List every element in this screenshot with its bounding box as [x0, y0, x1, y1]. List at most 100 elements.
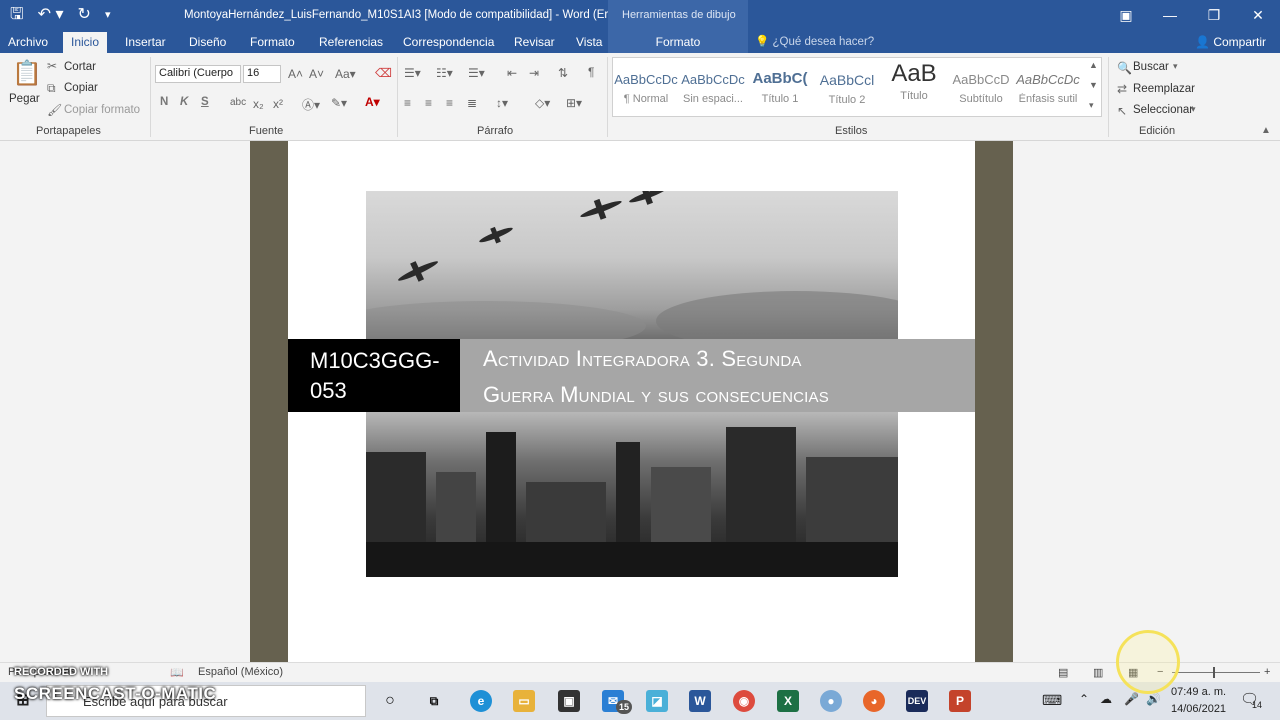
task-view-icon[interactable]: ⧉ [423, 690, 445, 712]
save-icon[interactable]: 🖫 [10, 5, 24, 25]
screencast-recorder-icon[interactable]: ● [820, 690, 842, 712]
chrome-icon[interactable]: ◉ [733, 690, 755, 712]
select-button[interactable]: Seleccionar [1133, 104, 1193, 116]
highlight-icon[interactable]: ✎▾ [331, 96, 347, 110]
firefox-icon[interactable]: ◕ [863, 690, 885, 712]
ribbon-display-options-icon[interactable]: ▣ [1104, 0, 1148, 32]
restore-button[interactable]: ❐ [1192, 0, 1236, 32]
style-normal[interactable]: AaBbCcDc ¶ Normal [613, 58, 679, 116]
document-code-box[interactable]: M10C3GGG-053 [288, 339, 460, 412]
excel-icon[interactable]: X [777, 690, 799, 712]
decrease-indent-icon[interactable]: ⇤ [507, 66, 517, 80]
microphone-icon[interactable]: 🎤 [1124, 692, 1139, 706]
styles-more-icon[interactable]: ▾ [1089, 100, 1094, 111]
justify-icon[interactable]: ≣ [467, 96, 477, 110]
bullets-icon[interactable]: ☰▾ [404, 66, 421, 80]
style-titulo[interactable]: AaB Título [881, 58, 947, 116]
borders-icon[interactable]: ⊞▾ [566, 96, 582, 110]
zoom-in-icon[interactable]: + [1264, 666, 1270, 678]
shrink-font-icon[interactable]: A˅ [309, 67, 324, 81]
strikethrough-icon[interactable]: abc [230, 97, 246, 108]
font-color-icon[interactable]: A▾ [365, 95, 380, 109]
proofing-icon[interactable]: 📖 [170, 666, 184, 679]
customize-qat-icon[interactable]: ▾ [105, 5, 111, 25]
superscript-icon[interactable]: x² [273, 97, 283, 111]
document-title-box[interactable]: Actividad Integradora 3. Segunda Guerra … [460, 339, 975, 412]
collapse-ribbon-icon[interactable]: ▲ [1261, 125, 1271, 136]
cover-photo-ruins[interactable] [366, 412, 898, 577]
print-layout-icon[interactable]: ▥ [1093, 666, 1103, 679]
language-indicator[interactable]: Español (México) [198, 666, 283, 678]
style-enfasis-sutil[interactable]: AaBbCcDc Énfasis sutil [1015, 58, 1081, 116]
format-painter-button[interactable]: Copiar formato [64, 104, 140, 116]
line-spacing-icon[interactable]: ↕▾ [496, 96, 508, 110]
style-titulo-2[interactable]: AaBbCcl Título 2 [814, 58, 880, 116]
styles-scroll-up-icon[interactable]: ▲ [1089, 60, 1098, 70]
style-titulo-1[interactable]: AaBbC( Título 1 [747, 58, 813, 116]
grow-font-icon[interactable]: A˄ [288, 67, 303, 81]
font-family-select[interactable]: Calibri (Cuerpo [155, 65, 241, 83]
close-button[interactable]: ✕ [1236, 0, 1280, 32]
share-button[interactable]: 👤 Compartir [1195, 32, 1266, 52]
styles-scroll-down-icon[interactable]: ▼ [1089, 80, 1098, 90]
keyboard-tray-icon[interactable]: ⌨ [1042, 692, 1062, 709]
undo-icon[interactable]: ↶ ▾ [38, 5, 64, 25]
change-case-icon[interactable]: Aa▾ [335, 67, 356, 81]
underline-button[interactable]: S [201, 96, 209, 108]
style-sin-espaciado[interactable]: AaBbCcDc Sin espaci... [680, 58, 746, 116]
photos-icon[interactable]: ◪ [646, 690, 668, 712]
italic-button[interactable]: K [180, 96, 188, 108]
cortana-icon[interactable]: ○ [379, 690, 401, 712]
cover-photo-sky[interactable] [366, 191, 898, 339]
show-hidden-icons-icon[interactable]: ⌃ [1079, 692, 1089, 706]
copy-button[interactable]: Copiar [64, 82, 98, 94]
edge-icon[interactable]: e [470, 690, 492, 712]
tab-correspondencia[interactable]: Correspondencia [395, 32, 502, 53]
tab-vista[interactable]: Vista [568, 32, 610, 53]
replace-button[interactable]: Reemplazar [1133, 83, 1195, 95]
clear-formatting-icon[interactable]: ⌫ [375, 66, 392, 80]
dev-app-icon[interactable]: DEV [906, 690, 928, 712]
numbering-icon[interactable]: ☷▾ [436, 66, 453, 80]
style-subtitulo[interactable]: AaBbCcD Subtítulo [948, 58, 1014, 116]
bold-button[interactable]: N [160, 96, 168, 108]
tab-referencias[interactable]: Referencias [311, 32, 391, 53]
shading-icon[interactable]: ◇▾ [535, 96, 550, 110]
tab-archivo[interactable]: Archivo [0, 32, 56, 53]
tab-diseno[interactable]: Diseño [181, 32, 234, 53]
tab-inicio[interactable]: Inicio [63, 32, 108, 53]
onedrive-icon[interactable]: ☁ [1100, 692, 1112, 706]
text-effects-icon[interactable]: Ⓐ▾ [302, 96, 320, 113]
multilevel-list-icon[interactable]: ☰▾ [468, 66, 485, 80]
powerpoint-icon[interactable]: P [949, 690, 971, 712]
volume-icon[interactable]: 🔊 [1146, 692, 1161, 706]
align-left-icon[interactable]: ≡ [404, 96, 411, 110]
clock-date[interactable]: 14/06/2021 [1171, 703, 1226, 715]
word-taskbar-icon[interactable]: W [689, 690, 711, 712]
paste-icon[interactable]: 📋 [12, 59, 42, 88]
font-size-select[interactable]: 16 [243, 65, 281, 83]
file-explorer-icon[interactable]: ▭ [513, 690, 535, 712]
zoom-slider[interactable] [1172, 672, 1260, 673]
read-mode-icon[interactable]: ▤ [1058, 666, 1068, 679]
tab-formato-contextual[interactable]: Formato [608, 32, 748, 53]
increase-indent-icon[interactable]: ⇥ [529, 66, 539, 80]
minimize-button[interactable]: — [1148, 0, 1192, 32]
tell-me-box[interactable]: 💡 ¿Qué desea hacer? [755, 32, 874, 52]
redo-icon[interactable]: ↻ [78, 5, 91, 25]
chevron-down-icon[interactable]: ▾ [1173, 61, 1178, 72]
chevron-down-icon[interactable]: ▾ [1191, 104, 1196, 115]
paste-button[interactable]: Pegar [9, 93, 40, 105]
find-button[interactable]: Buscar [1133, 61, 1169, 73]
tab-formato[interactable]: Formato [242, 32, 303, 53]
zoom-slider-thumb[interactable] [1213, 667, 1215, 678]
align-center-icon[interactable]: ≡ [425, 96, 432, 110]
cut-button[interactable]: Cortar [64, 61, 96, 73]
vertical-scrollbar[interactable] [1266, 141, 1280, 662]
tab-revisar[interactable]: Revisar [506, 32, 563, 53]
align-right-icon[interactable]: ≡ [446, 96, 453, 110]
clock-time[interactable]: 07:49 a. m. [1171, 686, 1226, 698]
subscript-icon[interactable]: x₂ [253, 97, 264, 111]
sort-icon[interactable]: ⇅ [558, 66, 568, 80]
pilcrow-icon[interactable]: ¶ [588, 65, 594, 79]
